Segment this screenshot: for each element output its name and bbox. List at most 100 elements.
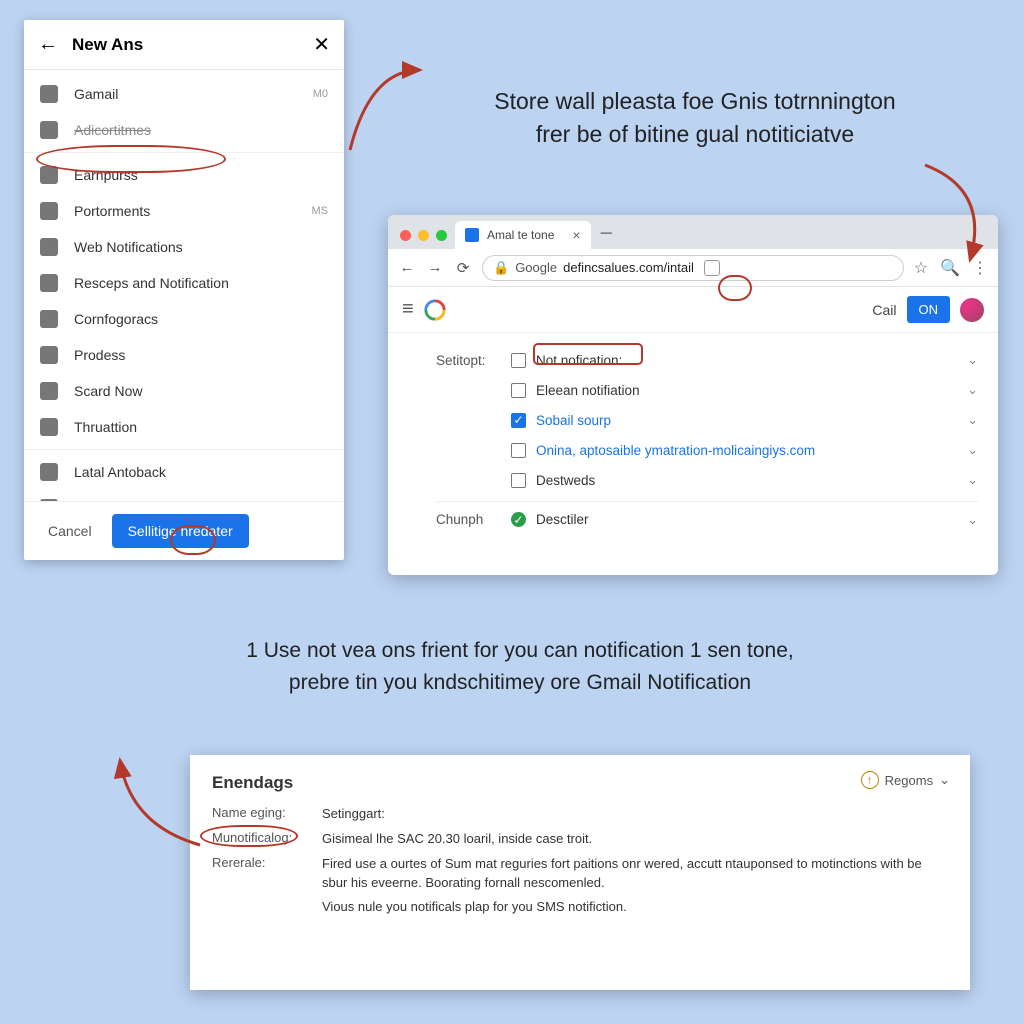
omnibox[interactable]: 🔒 Google defincsalues.com/intail bbox=[482, 255, 904, 281]
details-card: Enendags ↑ Regoms ⌄ Name eging: Setingga… bbox=[190, 755, 970, 990]
list-item[interactable]: Web Notifications bbox=[24, 229, 344, 265]
instruction-line: 1 Use not vea ons frient for you can not… bbox=[246, 639, 794, 662]
instruction-line: prebre tin you kndschitimey ore Gmail No… bbox=[289, 671, 751, 694]
settings-row: Chunph ✓ Desctiler ⌄ bbox=[436, 501, 978, 531]
minimize-window-icon[interactable] bbox=[418, 230, 429, 241]
clock-icon bbox=[40, 463, 58, 481]
avatar[interactable] bbox=[960, 298, 984, 322]
browser-tab[interactable]: Amal te tone × bbox=[455, 221, 591, 249]
bell-icon bbox=[40, 274, 58, 292]
tab-bar: Amal te tone × ─ bbox=[388, 215, 998, 249]
settings-row: Destweds ⌄ bbox=[436, 465, 978, 495]
chevron-down-icon[interactable]: ⌄ bbox=[967, 472, 978, 488]
back-icon[interactable]: ← bbox=[38, 33, 58, 56]
star-icon[interactable]: ☆ bbox=[914, 258, 928, 278]
hamburger-icon[interactable]: ≡ bbox=[402, 298, 414, 321]
chevron-down-icon[interactable]: ⌄ bbox=[967, 412, 978, 428]
close-icon[interactable]: ✕ bbox=[313, 32, 330, 57]
settings-section-label: Chunph bbox=[436, 512, 511, 527]
divider bbox=[24, 449, 344, 450]
card-action[interactable]: ↑ Regoms ⌄ bbox=[861, 771, 950, 789]
briefcase-icon bbox=[40, 85, 58, 103]
toggle-pill[interactable]: ON bbox=[907, 296, 951, 323]
favicon-icon bbox=[465, 228, 479, 242]
list-item-label: Prodess bbox=[74, 347, 328, 363]
option-label: Eleean notifiation bbox=[536, 383, 967, 398]
settings-body: Setitopt: Not nofication: ⌄ Eleean notif… bbox=[388, 333, 998, 575]
list-item-label: Cornfogoracs bbox=[74, 311, 328, 327]
option-label[interactable]: Sobail sourp bbox=[536, 413, 967, 428]
download-icon bbox=[40, 499, 58, 501]
divider bbox=[24, 152, 344, 153]
target-icon bbox=[40, 418, 58, 436]
detail-key bbox=[212, 898, 322, 917]
list-item-label: Resceps and Notification bbox=[74, 275, 328, 291]
header-link[interactable]: Cail bbox=[872, 302, 896, 318]
drawer-list: Gamail M0 Adicortitmes Earnpurss Portorm… bbox=[24, 70, 344, 501]
list-item-label: Adicortitmes bbox=[74, 122, 328, 138]
radio-checked-icon[interactable]: ✓ bbox=[511, 512, 526, 527]
primary-action-button[interactable]: Sellitige hredater bbox=[112, 514, 249, 548]
site-info-icon[interactable] bbox=[704, 260, 720, 276]
list-item[interactable]: Prodess bbox=[24, 337, 344, 373]
close-tab-icon[interactable]: × bbox=[572, 227, 580, 243]
list-item[interactable]: Adicortitmes bbox=[24, 112, 344, 148]
star-icon bbox=[40, 121, 58, 139]
chevron-down-icon[interactable]: ⌄ bbox=[967, 512, 978, 528]
option-label: Desctiler bbox=[536, 512, 967, 527]
option-label[interactable]: Onina, aptosaible ymatration-molicaingiy… bbox=[536, 443, 967, 458]
list-item-label: Earnpurss bbox=[74, 167, 328, 183]
chevron-down-icon: ⌄ bbox=[939, 772, 950, 788]
option-label: Not nofication: bbox=[536, 353, 967, 368]
browser-window: Amal te tone × ─ ← → ⟳ 🔒 Google defincsa… bbox=[388, 215, 998, 575]
list-item[interactable]: Thruattion bbox=[24, 409, 344, 445]
instruction-text: 1 Use not vea ons frient for you can not… bbox=[120, 635, 920, 698]
chevron-down-icon[interactable]: ⌄ bbox=[967, 382, 978, 398]
maximize-window-icon[interactable] bbox=[436, 230, 447, 241]
forward-nav-icon[interactable]: → bbox=[426, 259, 444, 276]
detail-value: Fired use a ourtes of Sum mat reguries f… bbox=[322, 855, 948, 893]
list-item[interactable]: Earnpurss bbox=[24, 157, 344, 193]
checkbox[interactable]: ✓ bbox=[511, 413, 526, 428]
list-item-label: Latal Antoback bbox=[74, 464, 328, 480]
drawer-header: ← New Ans ✕ bbox=[24, 20, 344, 70]
mail-icon bbox=[40, 238, 58, 256]
detail-value: Setinggart: bbox=[322, 805, 948, 824]
drawer-title: New Ans bbox=[72, 35, 313, 55]
detail-row: Munotificalog: Gisimeal lhe SAC 20.30 lo… bbox=[212, 830, 948, 849]
checkbox[interactable] bbox=[511, 443, 526, 458]
reload-icon[interactable]: ⟳ bbox=[454, 259, 472, 277]
check-icon bbox=[40, 382, 58, 400]
close-window-icon[interactable] bbox=[400, 230, 411, 241]
url-text: Google bbox=[515, 260, 557, 275]
person-icon bbox=[40, 202, 58, 220]
detail-key: Name eging: bbox=[212, 805, 322, 824]
list-item-label: Diselorave notification bbox=[74, 500, 328, 501]
list-item[interactable]: Gamail M0 bbox=[24, 76, 344, 112]
list-item[interactable]: Cornfogoracs bbox=[24, 301, 344, 337]
chevron-down-icon[interactable]: ⌄ bbox=[967, 442, 978, 458]
new-tab-icon[interactable]: ─ bbox=[601, 225, 612, 243]
list-item-label: Gamail bbox=[74, 86, 313, 102]
google-logo-icon bbox=[424, 299, 446, 321]
list-item[interactable]: Scard Now bbox=[24, 373, 344, 409]
list-item[interactable]: Resceps and Notification bbox=[24, 265, 344, 301]
checkbox[interactable] bbox=[511, 473, 526, 488]
menu-icon[interactable]: ⋮ bbox=[972, 258, 988, 278]
drawer-footer: Cancel Sellitige hredater bbox=[24, 501, 344, 560]
settings-row: Eleean notifiation ⌄ bbox=[436, 375, 978, 405]
search-icon[interactable]: 🔍 bbox=[940, 258, 960, 278]
list-item[interactable]: Diselorave notification bbox=[24, 490, 344, 501]
chart-icon bbox=[40, 346, 58, 364]
app-bar: ≡ Cail ON bbox=[388, 287, 998, 333]
detail-row: Name eging: Setinggart: bbox=[212, 805, 948, 824]
list-item[interactable]: Latal Antoback bbox=[24, 454, 344, 490]
checkbox[interactable] bbox=[511, 383, 526, 398]
list-item[interactable]: Portorments MS bbox=[24, 193, 344, 229]
chevron-down-icon[interactable]: ⌄ bbox=[967, 352, 978, 368]
cancel-button[interactable]: Cancel bbox=[38, 515, 102, 547]
window-controls bbox=[396, 230, 455, 249]
back-nav-icon[interactable]: ← bbox=[398, 259, 416, 276]
up-arrow-icon: ↑ bbox=[861, 771, 879, 789]
checkbox[interactable] bbox=[511, 353, 526, 368]
